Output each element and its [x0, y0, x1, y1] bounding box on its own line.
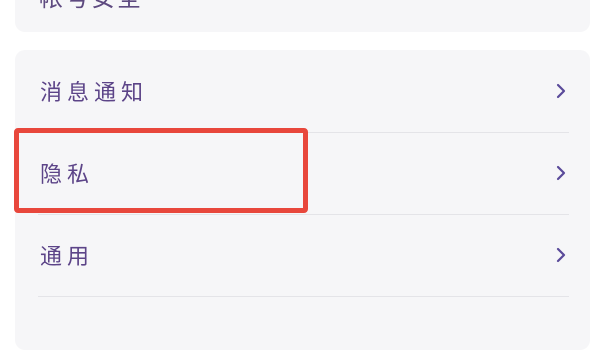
chevron-right-icon: [556, 247, 566, 263]
chevron-right-icon: [556, 83, 566, 99]
settings-item-notifications[interactable]: 消息通知: [15, 50, 590, 132]
settings-item-label: 通用: [40, 245, 95, 270]
account-security-label[interactable]: 帐号安全: [39, 0, 143, 13]
settings-item-general[interactable]: 通用: [15, 214, 590, 296]
chevron-right-icon: [556, 165, 566, 181]
settings-item-label: 消息通知: [40, 81, 149, 106]
divider: [38, 296, 569, 297]
top-settings-card: 帐号安全: [15, 0, 590, 32]
highlight-annotation-box: [14, 128, 308, 213]
